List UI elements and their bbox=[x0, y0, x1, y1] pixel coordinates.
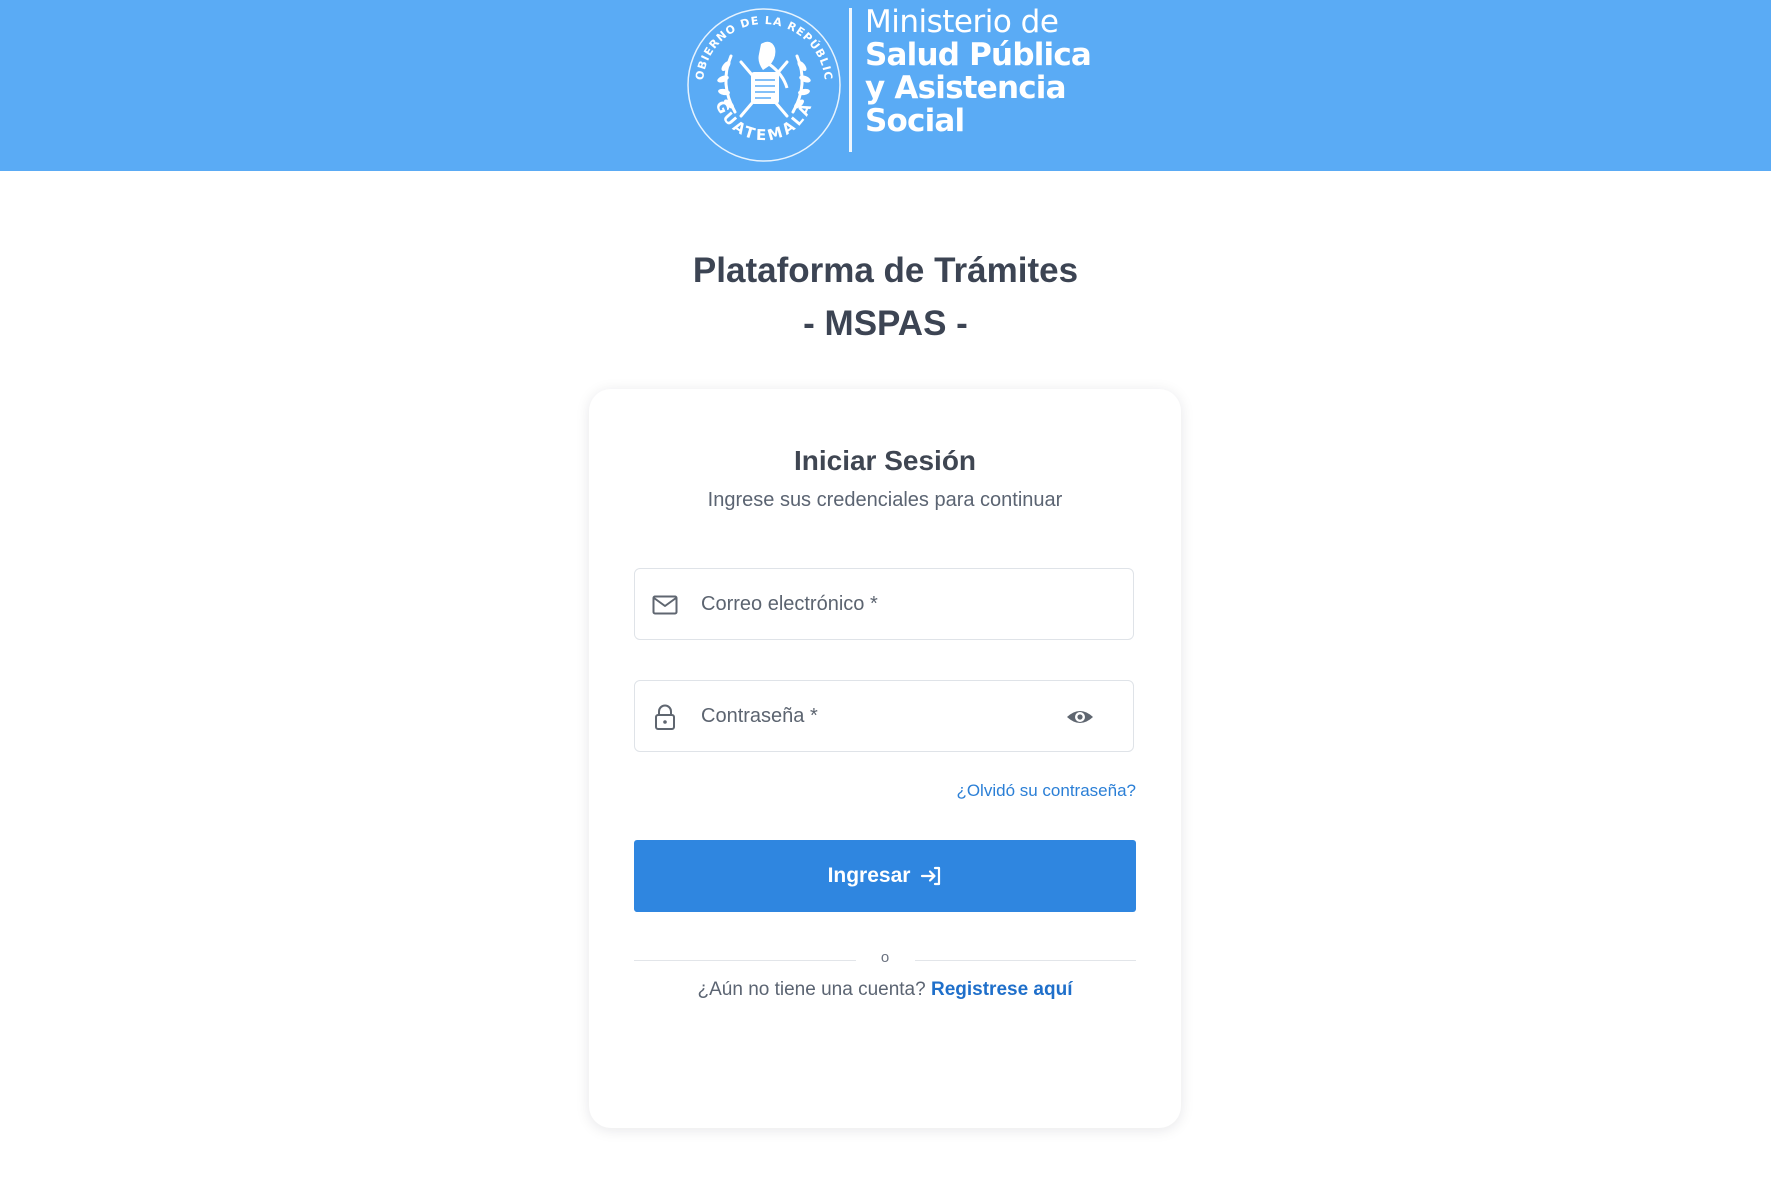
brand-line-3: y Asistencia bbox=[865, 70, 1067, 106]
password-input[interactable] bbox=[701, 695, 1061, 737]
email-field[interactable] bbox=[634, 568, 1134, 640]
coat-of-arms-seal-icon: GOBIERNO DE LA REPÚBLICA GUATEMALA bbox=[683, 4, 841, 162]
brand-divider bbox=[849, 8, 852, 152]
page-title-line-1: Plataforma de Trámites bbox=[692, 251, 1079, 290]
login-button[interactable]: Ingresar bbox=[634, 840, 1136, 912]
forgot-password-link[interactable]: ¿Olvidó su contraseña? bbox=[956, 781, 1136, 801]
page-title: Plataforma de Trámites - MSPAS - bbox=[0, 244, 1771, 350]
login-button-label: Ingresar bbox=[827, 864, 911, 887]
svg-text:GOBIERNO DE LA REPÚBLICA: GOBIERNO DE LA REPÚBLICA bbox=[683, 4, 835, 81]
register-prompt: ¿Aún no tiene una cuenta? Registrese aqu… bbox=[589, 979, 1181, 1001]
brand-line-4: Social bbox=[865, 103, 965, 139]
lock-icon bbox=[655, 704, 675, 730]
mail-icon bbox=[652, 595, 678, 615]
divider-or-text: o bbox=[880, 949, 890, 966]
login-title: Iniciar Sesión bbox=[793, 445, 977, 476]
ministry-logo-text: Ministerio de Salud Pública y Asistencia… bbox=[865, 4, 1092, 139]
brand-line-1: Ministerio de bbox=[865, 4, 1059, 40]
page-title-line-2: - MSPAS - bbox=[803, 304, 968, 343]
login-subtitle: Ingrese sus credenciales para continuar bbox=[707, 489, 1063, 511]
login-arrow-icon bbox=[921, 866, 941, 886]
password-field[interactable] bbox=[634, 680, 1134, 752]
register-link[interactable]: Registrese aquí bbox=[931, 979, 1073, 1000]
seal-top-text: GOBIERNO DE LA REPÚBLICA bbox=[683, 4, 834, 81]
brand-line-2: Salud Pública bbox=[865, 37, 1092, 73]
email-input[interactable] bbox=[701, 583, 1061, 625]
eye-icon[interactable] bbox=[1065, 704, 1095, 730]
login-card: Iniciar Sesión Ingrese sus credenciales … bbox=[589, 389, 1181, 1128]
register-prompt-text: ¿Aún no tiene una cuenta? bbox=[697, 979, 926, 1000]
top-banner: GOBIERNO DE LA REPÚBLICA GUATEMALA bbox=[0, 0, 1771, 171]
divider-line-right bbox=[915, 960, 1136, 961]
